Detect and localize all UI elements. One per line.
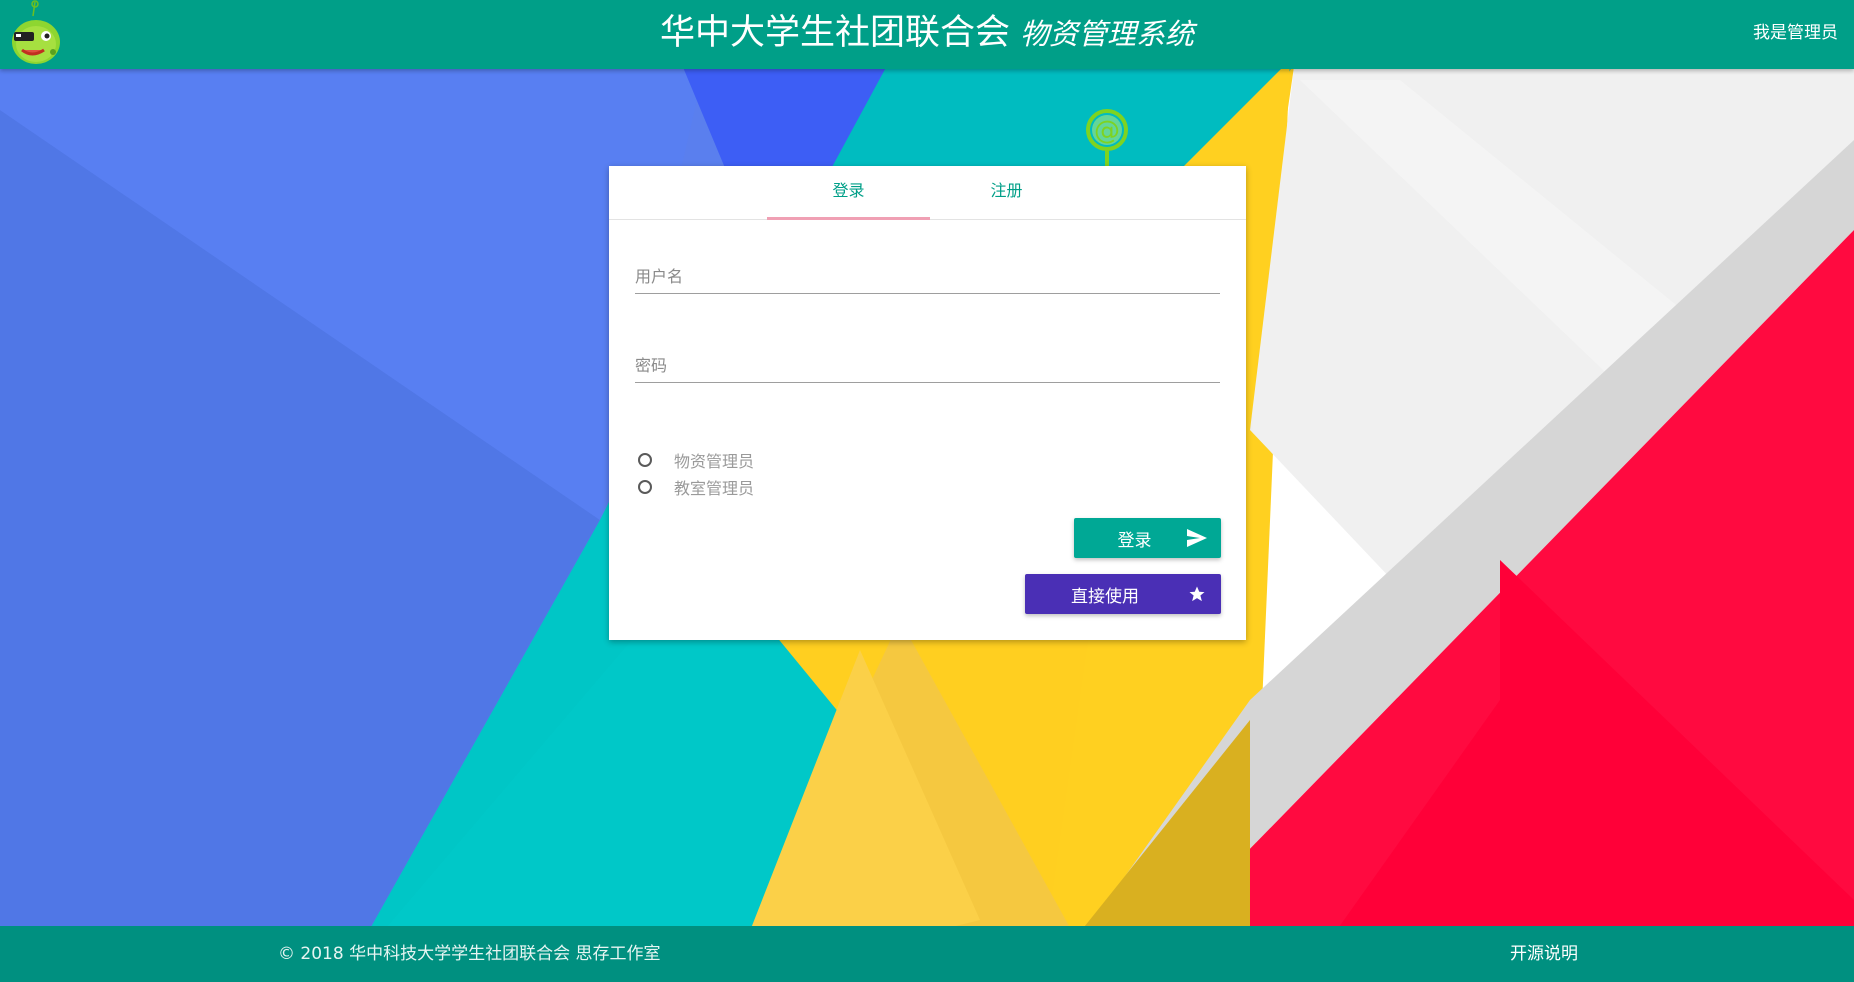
top-app-bar: 华中大学生社团联合会 物资管理系统 我是管理员 [0,0,1854,69]
system-name: 物资管理系统 [1020,17,1195,51]
organization-name: 华中大学生社团联合会 [659,13,1010,53]
footer: © 2018 华中科技大学学生社团联合会 思存工作室 开源说明 [0,926,1854,982]
role-option-material-admin[interactable]: 物资管理员 [638,449,754,471]
tab-login[interactable]: 登录 [767,166,930,217]
send-icon [1185,528,1209,548]
password-field [635,348,1220,383]
active-tab-indicator [767,217,930,220]
radio-button[interactable] [638,453,652,467]
direct-use-button-label: 直接使用 [1071,586,1139,607]
username-input[interactable] [635,259,1220,293]
password-input[interactable] [635,348,1220,382]
radio-button[interactable] [638,480,652,494]
role-option-classroom-admin[interactable]: 教室管理员 [638,476,754,498]
copyright-text: © 2018 华中科技大学学生社团联合会 思存工作室 [278,944,661,964]
direct-use-button[interactable]: 直接使用 [1025,574,1221,614]
admin-link[interactable]: 我是管理员 [1753,20,1838,46]
open-source-link[interactable]: 开源说明 [1510,943,1578,965]
at-sign-mascot-icon: @ [1086,109,1128,168]
tab-register[interactable]: 注册 [925,166,1088,217]
page: 华中大学生社团联合会物资管理系统 我是管理员 @ 登录 注册 物资管理员 教室管… [0,0,1854,982]
login-button-label: 登录 [1117,530,1152,551]
role-label: 教室管理员 [674,479,755,498]
login-card: 登录 注册 物资管理员 教室管理员 登录 直接使用 [609,166,1246,640]
role-label: 物资管理员 [674,452,755,471]
username-field [635,259,1220,294]
auth-tabs: 登录 注册 [609,166,1246,220]
login-button[interactable]: 登录 [1074,518,1221,558]
star-icon [1185,584,1209,604]
svg-text:@: @ [1094,116,1120,146]
app-title: 华中大学生社团联合会 物资管理系统 [0,10,1854,57]
